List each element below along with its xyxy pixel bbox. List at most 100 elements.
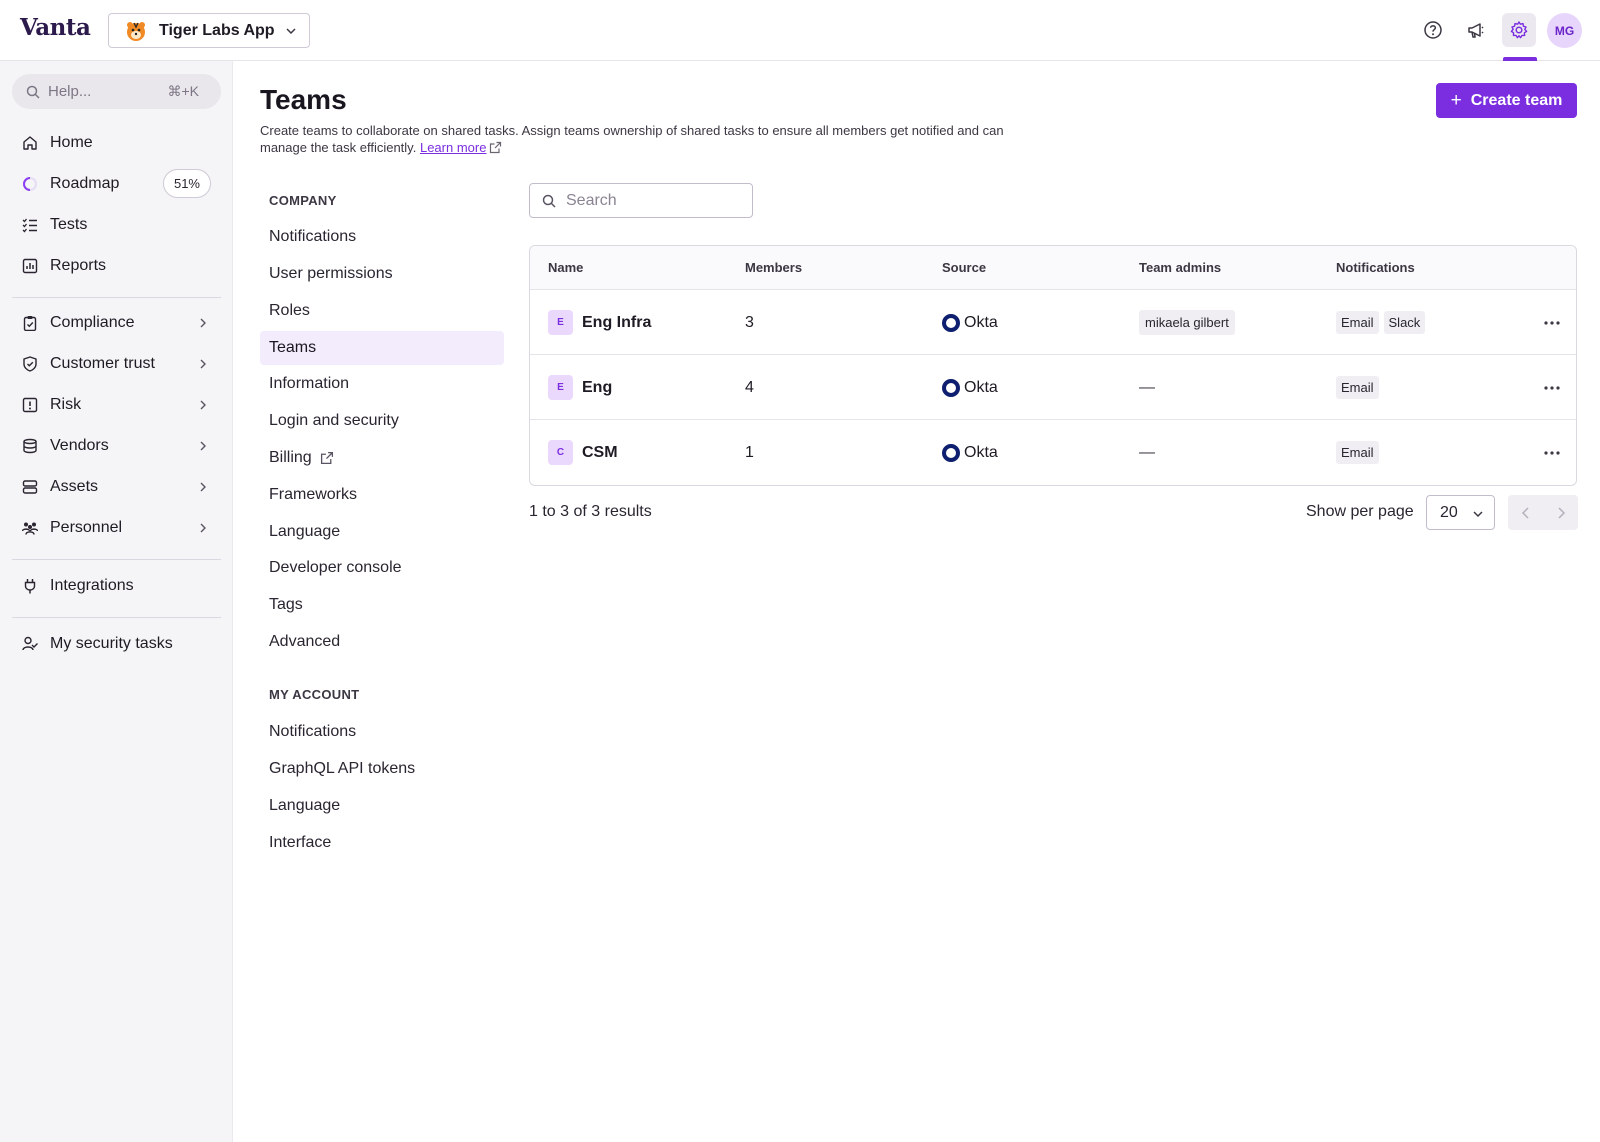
sidebar-item-label: Compliance (50, 314, 135, 331)
settings-nav-roles[interactable]: Roles (260, 294, 504, 328)
settings-nav-graphql-api-tokens[interactable]: GraphQL API tokens (260, 752, 504, 786)
page-title: Teams (260, 84, 347, 115)
chevron-right-icon (1557, 506, 1565, 519)
team-name-cell: E Eng Infra (548, 290, 651, 355)
column-header-source[interactable]: Source (942, 260, 986, 275)
sidebar-item-risk[interactable]: Risk (12, 389, 221, 421)
column-header-members[interactable]: Members (745, 260, 802, 275)
alert-square-icon (20, 395, 40, 415)
per-page-select[interactable]: 20 (1426, 495, 1495, 530)
workspace-name: Tiger Labs App (159, 21, 275, 39)
column-header-team-admins[interactable]: Team admins (1139, 260, 1221, 275)
team-name[interactable]: Eng (582, 379, 612, 397)
settings-nav-interface[interactable]: Interface (260, 826, 504, 860)
team-name-cell: E Eng (548, 355, 612, 420)
notification-tag-email: Email (1336, 441, 1379, 464)
settings-nav-account-language[interactable]: Language (260, 789, 504, 823)
search-icon (26, 85, 40, 99)
sidebar-item-label: Home (50, 134, 93, 151)
help-circle-icon (1424, 21, 1442, 39)
notification-tag-slack: Slack (1383, 311, 1426, 334)
settings-nav-language[interactable]: Language (260, 515, 504, 549)
source-cell: Okta (942, 355, 998, 420)
database-icon (20, 436, 40, 456)
row-more-button[interactable] (1540, 311, 1564, 335)
per-page-label: Show per page (1306, 503, 1414, 520)
sidebar-item-personnel[interactable]: Personnel (12, 512, 221, 544)
chevron-right-icon (200, 482, 206, 492)
home-icon (20, 133, 40, 153)
team-admins-cell: — (1139, 443, 1155, 461)
settings-nav-frameworks[interactable]: Frameworks (260, 478, 504, 512)
per-page-value: 20 (1440, 503, 1458, 521)
column-header-notifications[interactable]: Notifications (1336, 260, 1415, 275)
team-search-input[interactable]: Search (529, 183, 753, 218)
source-label: Okta (964, 313, 998, 331)
chevron-right-icon (200, 441, 206, 451)
sidebar-item-roadmap[interactable]: Roadmap 51% (12, 168, 221, 200)
plug-icon (20, 576, 40, 596)
sidebar-item-label: Risk (50, 396, 82, 413)
learn-more-link[interactable]: Learn more (420, 140, 486, 155)
settings-nav-login-and-security[interactable]: Login and security (260, 404, 504, 438)
settings-nav-user-permissions[interactable]: User permissions (260, 257, 504, 291)
row-more-button[interactable] (1540, 441, 1564, 465)
sidebar-item-integrations[interactable]: Integrations (12, 570, 221, 602)
settings-nav-billing[interactable]: Billing (260, 441, 504, 475)
workspace-switcher[interactable]: Tiger Labs App (108, 13, 310, 48)
notifications-cell: Email Slack (1336, 290, 1430, 355)
settings-nav-information[interactable]: Information (260, 367, 504, 401)
megaphone-icon (1468, 23, 1484, 38)
settings-button[interactable] (1502, 13, 1536, 47)
sidebar-item-label: Customer trust (50, 355, 155, 372)
settings-nav-notifications[interactable]: Notifications (260, 220, 504, 254)
team-avatar: E (548, 310, 573, 335)
admin-tag: mikaela gilbert (1139, 310, 1235, 335)
notification-tag-email: Email (1336, 311, 1379, 334)
chevron-right-icon (200, 400, 206, 410)
okta-icon (942, 443, 960, 462)
row-more-button[interactable] (1540, 376, 1564, 400)
settings-nav-developer-console[interactable]: Developer console (260, 551, 504, 585)
more-horizontal-icon (1544, 386, 1560, 390)
sidebar-item-home[interactable]: Home (12, 127, 221, 159)
sidebar-item-assets[interactable]: Assets (12, 471, 221, 503)
settings-nav-account-notifications[interactable]: Notifications (260, 715, 504, 749)
page-description-text: Create teams to collaborate on shared ta… (260, 123, 1004, 155)
team-avatar: E (548, 375, 573, 400)
help-search-placeholder: Help... (48, 83, 92, 100)
sidebar-item-my-security-tasks[interactable]: My security tasks (12, 628, 221, 660)
people-icon (20, 518, 40, 538)
sidebar-item-tests[interactable]: Tests (12, 209, 221, 241)
settings-nav-advanced[interactable]: Advanced (260, 625, 504, 659)
table-row[interactable]: E Eng Infra 3 Okta mikaela gilbert Email… (530, 290, 1576, 355)
vanta-logo[interactable]: Vanta (20, 14, 91, 41)
more-horizontal-icon (1544, 321, 1560, 325)
checklist-icon (20, 215, 40, 235)
table-row[interactable]: C CSM 1 Okta — Email (530, 420, 1576, 485)
team-name[interactable]: Eng Infra (582, 314, 651, 332)
search-placeholder: Search (566, 191, 617, 209)
company-heading: COMPANY (269, 193, 337, 208)
help-search-input[interactable]: Help... ⌘+K (12, 74, 221, 109)
external-link-icon (490, 141, 502, 154)
previous-page-button[interactable] (1508, 495, 1543, 530)
sidebar-item-compliance[interactable]: Compliance (12, 307, 221, 339)
sidebar-item-label: Personnel (50, 519, 123, 536)
sidebar-item-reports[interactable]: Reports (12, 250, 221, 282)
table-row[interactable]: E Eng 4 Okta — Email (530, 355, 1576, 420)
team-name-cell: C CSM (548, 420, 618, 485)
sidebar-item-vendors[interactable]: Vendors (12, 430, 221, 462)
announcements-button[interactable] (1459, 13, 1493, 47)
settings-nav-tags[interactable]: Tags (260, 588, 504, 622)
members-cell: 3 (745, 313, 754, 331)
settings-active-indicator (1503, 57, 1537, 61)
user-avatar[interactable]: MG (1547, 13, 1582, 48)
help-button[interactable] (1416, 13, 1450, 47)
next-page-button[interactable] (1543, 495, 1578, 530)
create-team-button[interactable]: + Create team (1436, 83, 1577, 118)
column-header-name[interactable]: Name (548, 260, 583, 275)
settings-nav-teams[interactable]: Teams (260, 331, 504, 365)
team-name[interactable]: CSM (582, 444, 618, 462)
sidebar-item-customer-trust[interactable]: Customer trust (12, 348, 221, 380)
